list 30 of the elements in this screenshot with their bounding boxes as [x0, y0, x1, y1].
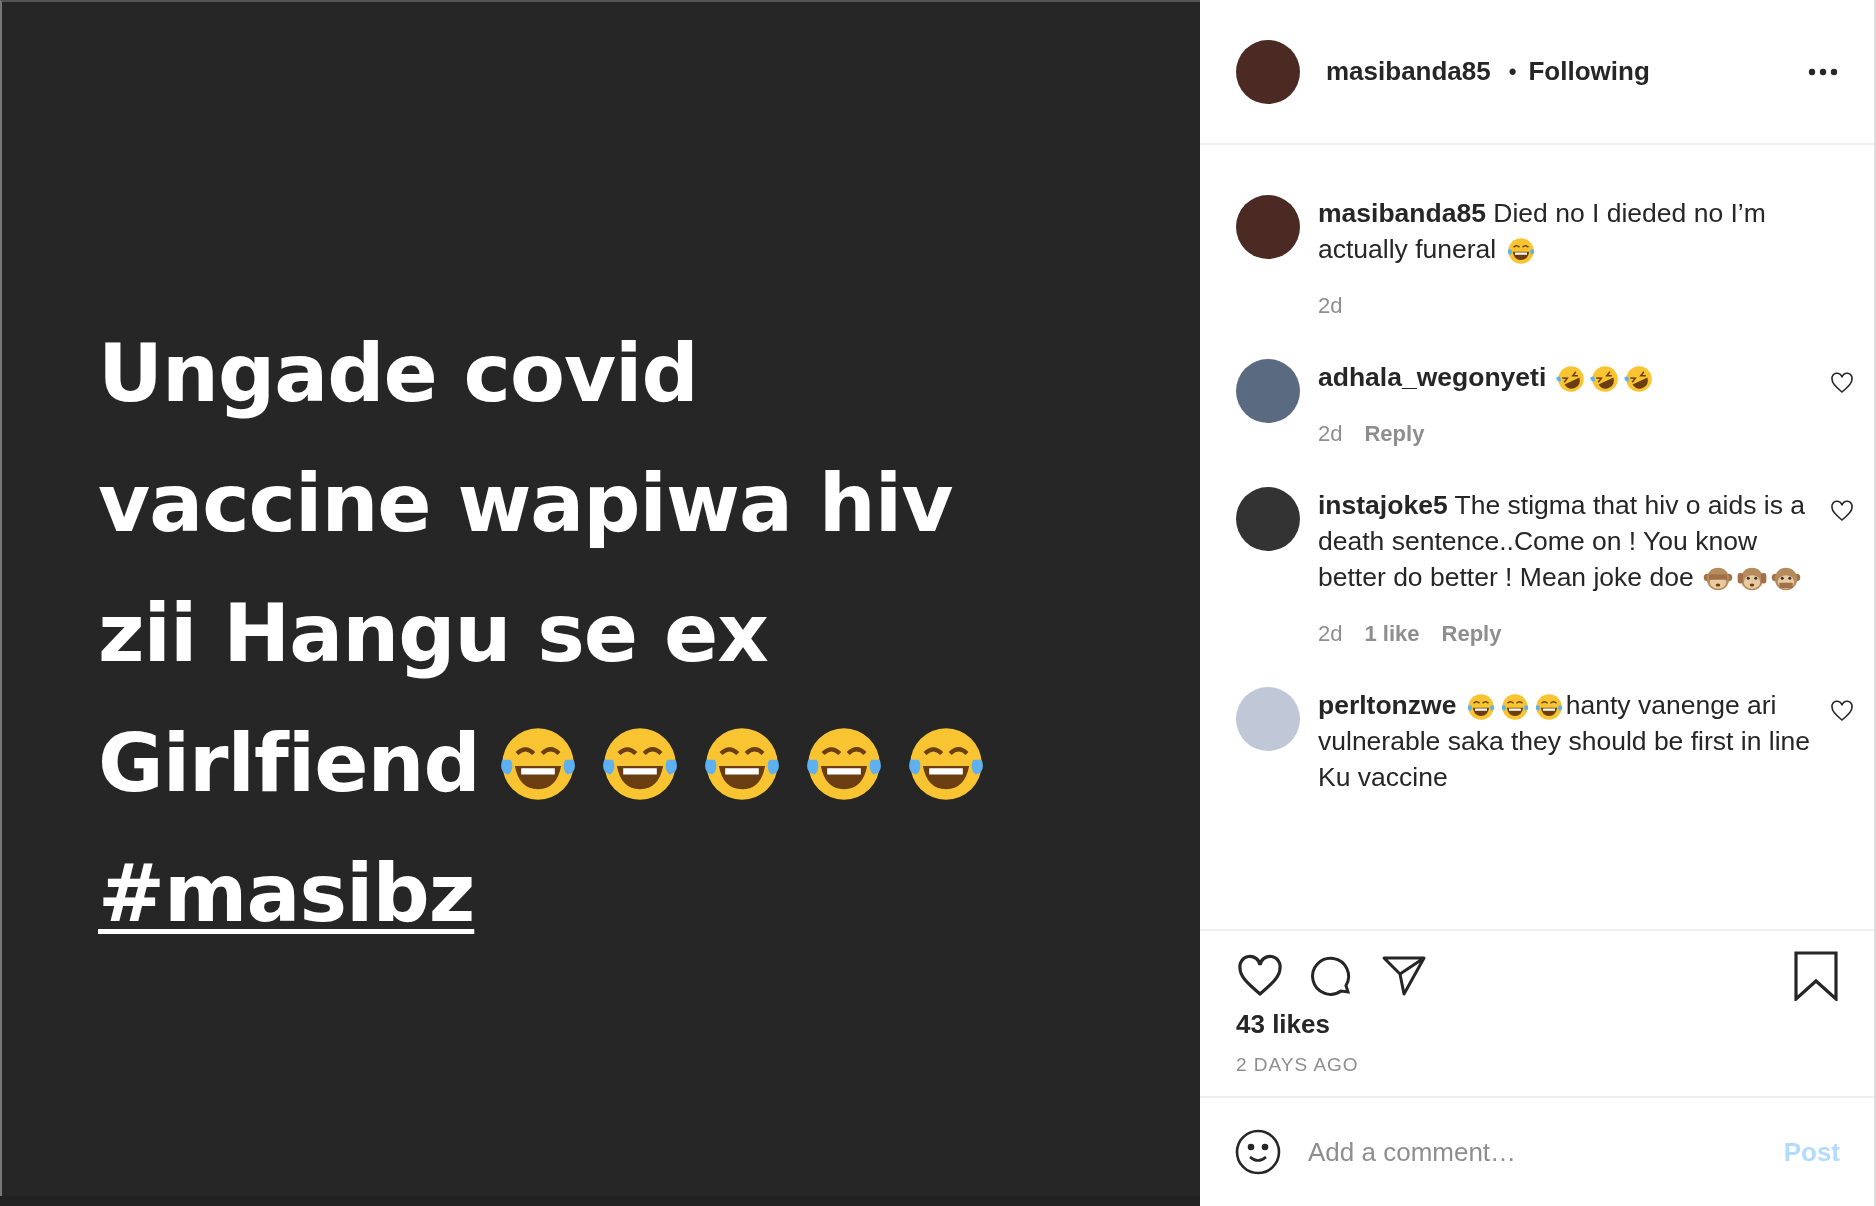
like-heart-icon[interactable] [1830, 699, 1854, 723]
likes-count[interactable]: 43 likes [1200, 1001, 1874, 1040]
separator-dot: • [1508, 58, 1517, 85]
comment-text: masibanda85 Died no I dieded no I’m actually funeral [1318, 197, 1767, 267]
emoji-smiley-icon[interactable] [1234, 1128, 1282, 1176]
laughing-face-icon [1589, 364, 1620, 394]
comment-time: 2d [1318, 621, 1343, 647]
laughing-face-icon [1499, 692, 1530, 722]
image-text: zii Hangu se ex [98, 586, 769, 682]
comment-time: 2d [1318, 293, 1343, 319]
comment-text: perltonzwe hanty vanenge ari vulnerable saka they should be first in line Ku vaccine [1318, 689, 1811, 794]
post-date: 2 DAYS AGO [1235, 1053, 1360, 1077]
bookmark-icon[interactable] [1794, 951, 1838, 1001]
like-heart-icon[interactable] [1830, 371, 1854, 395]
image-text: Ungade covid [98, 326, 699, 422]
laughing-face-icon [1533, 692, 1564, 722]
comment-time: 2d [1318, 421, 1343, 447]
image-text: vaccine wapiwa hiv [98, 456, 954, 552]
laughing-face-icon [1465, 692, 1496, 722]
hashtag-link[interactable]: #masibz [98, 836, 475, 952]
image-text: Girlfiend [98, 706, 1200, 822]
laughing-face-icon [1505, 236, 1536, 266]
like-heart-icon[interactable] [1830, 499, 1854, 523]
username-link[interactable]: masibanda85 [1326, 56, 1491, 87]
comment-text: adhala_wegonyeti [1318, 359, 1812, 395]
more-options-icon[interactable] [1808, 67, 1838, 76]
laughing-face-icon [1555, 364, 1586, 394]
following-button[interactable]: Following [1528, 56, 1650, 87]
laughing-face-icon [1623, 364, 1654, 394]
comment-text: instajoke5 The stigma that hiv o aids is a death sentence..Come on ! You know better do better ! Mean joke doe [1318, 489, 1807, 595]
